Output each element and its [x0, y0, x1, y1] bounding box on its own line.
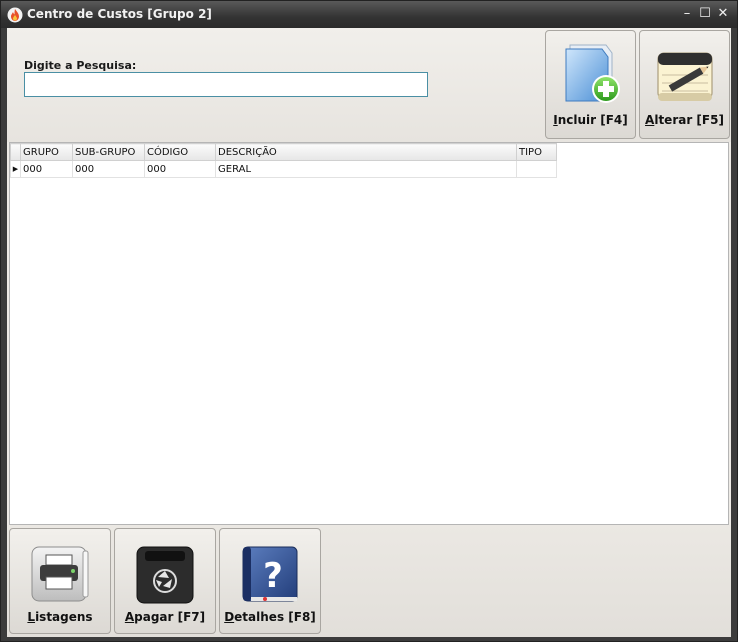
search-label: Digite a Pesquisa:: [24, 59, 137, 72]
table-row[interactable]: ▶ 000 000 000 GERAL: [10, 160, 557, 178]
title-bar[interactable]: Centro de Custos [Grupo 2] – ☐ ✕: [1, 1, 737, 28]
detalhes-button[interactable]: ? Detalhes [F8]: [219, 528, 321, 634]
listagens-label: Listagens: [27, 610, 93, 624]
help-book-icon: ?: [242, 546, 298, 602]
bottom-toolbar: Listagens Apagar [F7] ? Detalhes [F8]: [7, 525, 731, 637]
client-area: Digite a Pesquisa: Incluir [F4] Alterar …: [7, 28, 731, 637]
cell-sub-grupo[interactable]: 000: [72, 160, 145, 178]
incluir-button[interactable]: Incluir [F4]: [545, 30, 636, 139]
notepad-pencil-icon: [657, 52, 713, 101]
search-panel: Digite a Pesquisa: Incluir [F4] Alterar …: [7, 28, 731, 142]
apagar-button[interactable]: Apagar [F7]: [114, 528, 216, 634]
cell-grupo[interactable]: 000: [20, 160, 73, 178]
data-grid[interactable]: GRUPO SUB-GRUPO CÓDIGO DESCRIÇÃO TIPO ▶ …: [9, 142, 729, 525]
apagar-label: Apagar [F7]: [124, 610, 206, 624]
recycle-bin-icon: [136, 546, 194, 604]
column-header-sub-grupo[interactable]: SUB-GRUPO: [72, 143, 145, 161]
cell-codigo[interactable]: 000: [144, 160, 216, 178]
column-header-descricao[interactable]: DESCRIÇÃO: [215, 143, 517, 161]
alterar-button[interactable]: Alterar [F5]: [639, 30, 730, 139]
minimize-button[interactable]: –: [679, 5, 695, 23]
row-indicator-icon: ▶: [10, 160, 21, 178]
listagens-button[interactable]: Listagens: [9, 528, 111, 634]
alterar-label: Alterar [F5]: [645, 113, 724, 127]
flame-icon: [7, 7, 23, 23]
cell-tipo[interactable]: [516, 160, 557, 178]
maximize-button[interactable]: ☐: [697, 5, 713, 23]
close-button[interactable]: ✕: [715, 5, 731, 23]
printer-icon: [31, 546, 89, 602]
window-title: Centro de Custos [Grupo 2]: [27, 7, 212, 21]
main-window: Centro de Custos [Grupo 2] – ☐ ✕ Digite …: [0, 0, 738, 642]
cell-descricao[interactable]: GERAL: [215, 160, 517, 178]
table-header-row: GRUPO SUB-GRUPO CÓDIGO DESCRIÇÃO TIPO: [10, 143, 557, 161]
detalhes-label: Detalhes [F8]: [224, 610, 316, 624]
column-header-grupo[interactable]: GRUPO: [20, 143, 73, 161]
svg-text:?: ?: [263, 556, 283, 596]
row-indicator-header: [10, 143, 21, 161]
folder-add-icon: [565, 44, 620, 103]
column-header-tipo[interactable]: TIPO: [516, 143, 557, 161]
incluir-label: Incluir [F4]: [553, 113, 628, 127]
results-table: GRUPO SUB-GRUPO CÓDIGO DESCRIÇÃO TIPO ▶ …: [10, 143, 557, 178]
column-header-codigo[interactable]: CÓDIGO: [144, 143, 216, 161]
search-input[interactable]: [24, 72, 428, 97]
